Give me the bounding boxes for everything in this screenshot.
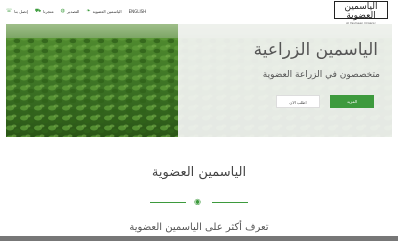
- nav-item-organic[interactable]: ❧ الياسمين العضوية: [86, 8, 121, 14]
- nav-label: الياسمين العضوية: [92, 8, 122, 14]
- nav-label: متجرنا: [43, 8, 54, 14]
- globe-icon: ◍: [60, 8, 65, 14]
- hero-banner: الياسمين الزراعية متخصصون في الزراعة الع…: [6, 24, 392, 137]
- hero-subtitle: متخصصون في الزراعة العضوية: [262, 70, 380, 80]
- section-title: الياسمين العضوية: [151, 165, 247, 180]
- phone-icon: ☏: [6, 8, 13, 14]
- divider-line: [212, 202, 248, 203]
- cart-icon: ⛟: [34, 7, 42, 14]
- nav-label: إتصل بنا: [14, 8, 28, 14]
- about-link[interactable]: تعرف أكثر على الياسمين العضوية: [0, 222, 398, 233]
- site-logo[interactable]: الياسمين العضوية Al Yasmeen Organic: [334, 1, 388, 25]
- order-now-button[interactable]: اطلب الان: [276, 95, 320, 108]
- nav-label: التصدير: [66, 8, 80, 14]
- nav-item-store[interactable]: ⛟ متجرنا: [35, 8, 54, 15]
- nav-label: ENGLISH: [128, 8, 147, 14]
- nav-item-export[interactable]: ◍ التصدير: [61, 8, 80, 14]
- top-bar: ☏ إتصل بنا ⛟ متجرنا ◍ التصدير ❧ الياسمين…: [0, 0, 398, 25]
- eye-icon: ◉: [194, 197, 201, 206]
- divider-line: [150, 202, 186, 203]
- more-button[interactable]: المزيد: [330, 95, 374, 108]
- section-divider: ◉: [150, 197, 248, 206]
- nav-item-contact[interactable]: ☏ إتصل بنا: [6, 8, 28, 14]
- leaf-icon: ❧: [86, 8, 91, 14]
- main-nav: ☏ إتصل بنا ⛟ متجرنا ◍ التصدير ❧ الياسمين…: [6, 6, 146, 16]
- hero-title: الياسمين الزراعية: [253, 40, 378, 60]
- nav-item-english[interactable]: ENGLISH: [129, 9, 147, 14]
- logo-text-ar: الياسمين العضوية: [344, 2, 378, 21]
- page-bottom-edge: [0, 236, 398, 241]
